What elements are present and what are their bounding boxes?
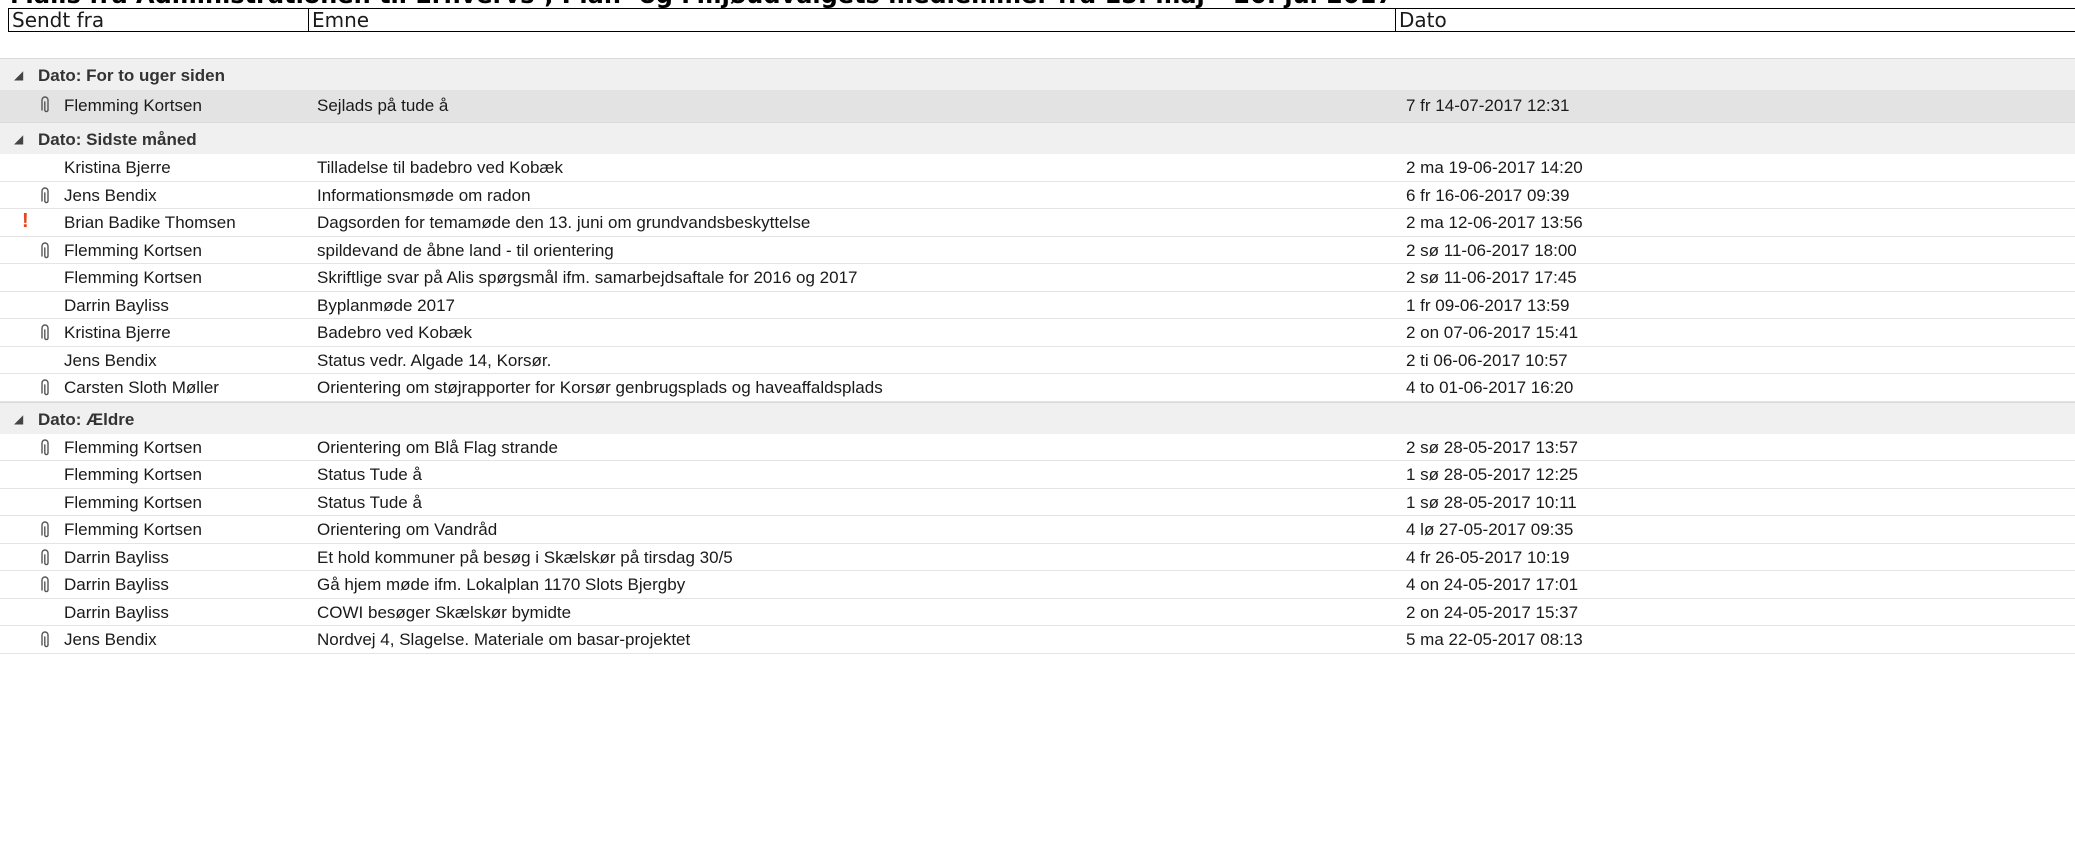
mail-subject: Byplanmøde 2017 <box>317 295 455 315</box>
mail-row[interactable]: Flemming Kortsen spildevand de åbne land … <box>0 237 2075 264</box>
mail-sender: Jens Bendix <box>64 630 157 649</box>
mail-sender: Flemming Kortsen <box>64 268 202 287</box>
mail-date: 4 on 24-05-2017 17:01 <box>1406 575 1579 594</box>
mail-sender: Flemming Kortsen <box>64 96 202 115</box>
mail-date: 2 sø 28-05-2017 13:57 <box>1406 437 1579 457</box>
column-header-row: Sendt fra Emne Dato <box>8 8 2075 32</box>
mail-subject: COWI besøger Skælskør bymidte <box>317 602 572 622</box>
column-header-subject[interactable]: Emne <box>309 9 1396 31</box>
mail-list: ◢ Dato: For to uger siden Flemming Kortsen… <box>0 58 2075 654</box>
mail-sender: Jens Bendix <box>64 350 157 370</box>
mail-sender: Jens Bendix <box>64 185 157 205</box>
mail-date: 2 sø 11-06-2017 17:45 <box>1406 268 1577 287</box>
mail-row[interactable]: ! Brian Badike Thomsen Dagsorden for temam… <box>0 209 2075 237</box>
group-header[interactable]: ◢ Dato: Ældre <box>0 401 2075 434</box>
mail-sender: Darrin Bayliss <box>64 602 169 622</box>
group-header[interactable]: ◢ Dato: Sidste måned <box>0 122 2075 154</box>
mail-date: 5 ma 22-05-2017 08:13 <box>1406 630 1583 649</box>
group-label: Dato: Ældre <box>38 409 135 429</box>
mail-row[interactable]: Kristina Bjerre Badebro ved Kobæk 2 on 07-… <box>0 319 2075 347</box>
paperclip-icon <box>38 520 52 540</box>
mail-sender: Flemming Kortsen <box>64 240 202 260</box>
paperclip-icon <box>38 630 52 650</box>
mail-date: 2 on 07-06-2017 15:41 <box>1406 323 1579 342</box>
page-title: Mails fra Administrationen til Erhvervs-… <box>10 0 1393 8</box>
mail-subject: Status vedr. Algade 14, Korsør. <box>317 350 552 370</box>
mail-date: 4 lø 27-05-2017 09:35 <box>1406 520 1574 539</box>
mail-date: 2 sø 11-06-2017 18:00 <box>1406 240 1577 260</box>
mail-subject: Gå hjem møde ifm. Lokalplan 1170 Slots B… <box>317 575 686 594</box>
mail-date: 2 on 24-05-2017 15:37 <box>1406 602 1579 622</box>
mail-row[interactable]: Flemming Kortsen Skriftlige svar på Alis … <box>0 264 2075 292</box>
triangle-expanded-icon[interactable]: ◢ <box>14 68 23 82</box>
mail-row[interactable]: Darrin Bayliss COWI besøger Skælskør bymi… <box>0 599 2075 626</box>
mail-subject: Tilladelse til badebro ved Kobæk <box>317 158 564 177</box>
mail-subject: Status Tude å <box>317 465 422 484</box>
mail-sender: Flemming Kortsen <box>64 465 202 484</box>
mail-row[interactable]: Flemming Kortsen Status Tude å 1 sø 28-05-… <box>0 489 2075 516</box>
mail-row[interactable]: Flemming Kortsen Status Tude å 1 sø 28-05-… <box>0 461 2075 489</box>
mail-sender: Carsten Sloth Møller <box>64 378 219 397</box>
mail-date: 2 ma 19-06-2017 14:20 <box>1406 158 1583 177</box>
mail-row[interactable]: Jens Bendix Nordvej 4, Slagelse. Material… <box>0 626 2075 654</box>
mail-date: 2 ti 06-06-2017 10:57 <box>1406 350 1568 370</box>
mail-subject: Sejlads på tude å <box>317 96 449 115</box>
mail-subject: Orientering om Vandråd <box>317 520 498 539</box>
mail-sender: Kristina Bjerre <box>64 158 171 177</box>
mail-subject: Et hold kommuner på besøg i Skælskør på … <box>317 547 733 567</box>
group-label: Dato: Sidste måned <box>38 130 197 149</box>
paperclip-icon <box>38 548 52 568</box>
paperclip-icon <box>38 323 52 343</box>
mail-subject: Status Tude å <box>317 492 422 512</box>
mail-date: 7 fr 14-07-2017 12:31 <box>1406 96 1570 115</box>
mail-date: 6 fr 16-06-2017 09:39 <box>1406 185 1570 205</box>
mail-row[interactable]: Flemming Kortsen Orientering om Vandråd 4 … <box>0 516 2075 544</box>
mail-subject: Orientering om støjrapporter for Korsør … <box>317 378 883 397</box>
mail-date: 2 ma 12-06-2017 13:56 <box>1406 213 1583 232</box>
mail-sender: Darrin Bayliss <box>64 547 169 567</box>
mail-sender: Flemming Kortsen <box>64 492 202 512</box>
mail-row[interactable]: Jens Bendix Status vedr. Algade 14, Korsø… <box>0 347 2075 374</box>
mail-subject: Badebro ved Kobæk <box>317 323 472 342</box>
group-label: Dato: For to uger siden <box>38 66 225 85</box>
mail-date: 4 to 01-06-2017 16:20 <box>1406 378 1574 397</box>
mail-date: 4 fr 26-05-2017 10:19 <box>1406 547 1570 567</box>
mail-subject: Dagsorden for temamøde den 13. juni om g… <box>317 213 811 232</box>
mail-row[interactable]: Flemming Kortsen Orientering om Blå Flag … <box>0 434 2075 461</box>
mail-row[interactable]: Flemming Kortsen Sejlads på tude å 7 fr 14… <box>0 90 2075 122</box>
mail-subject: Nordvej 4, Slagelse. Materiale om basar-… <box>317 630 691 649</box>
triangle-expanded-icon[interactable]: ◢ <box>14 412 23 426</box>
mail-date: 1 fr 09-06-2017 13:59 <box>1406 295 1570 315</box>
paperclip-icon <box>38 575 52 595</box>
mail-sender: Flemming Kortsen <box>64 437 202 457</box>
mail-sender: Darrin Bayliss <box>64 295 169 315</box>
mail-row[interactable]: Kristina Bjerre Tilladelse til badebro ve… <box>0 154 2075 182</box>
paperclip-icon <box>38 378 52 398</box>
mail-row[interactable]: Darrin Bayliss Gå hjem møde ifm. Lokalpla… <box>0 571 2075 599</box>
paperclip-icon <box>38 241 52 261</box>
paperclip-icon <box>38 186 52 206</box>
group-header[interactable]: ◢ Dato: For to uger siden <box>0 58 2075 90</box>
triangle-expanded-icon[interactable]: ◢ <box>14 132 23 146</box>
mail-sender: Kristina Bjerre <box>64 323 171 342</box>
mail-sender: Flemming Kortsen <box>64 520 202 539</box>
mail-row[interactable]: Carsten Sloth Møller Orientering om støjr… <box>0 374 2075 402</box>
paperclip-icon <box>38 438 52 458</box>
paperclip-icon <box>38 95 52 115</box>
mail-date: 1 sø 28-05-2017 12:25 <box>1406 465 1579 484</box>
column-header-date[interactable]: Dato <box>1396 9 2075 31</box>
mail-subject: Orientering om Blå Flag strande <box>317 437 558 457</box>
mail-date: 1 sø 28-05-2017 10:11 <box>1406 492 1577 512</box>
mail-sender: Darrin Bayliss <box>64 575 169 594</box>
mail-sender: Brian Badike Thomsen <box>64 213 236 232</box>
mail-subject: Skriftlige svar på Alis spørgsmål ifm. s… <box>317 268 858 287</box>
exclamation-icon: ! <box>22 210 29 232</box>
column-header-from[interactable]: Sendt fra <box>9 9 309 31</box>
mail-row[interactable]: Darrin Bayliss Byplanmøde 2017 1 fr 09-06-… <box>0 292 2075 319</box>
mail-row[interactable]: Darrin Bayliss Et hold kommuner på besøg … <box>0 544 2075 571</box>
mail-subject: Informationsmøde om radon <box>317 185 531 205</box>
mail-row[interactable]: Jens Bendix Informationsmøde om radon 6 fr… <box>0 182 2075 209</box>
mail-subject: spildevand de åbne land - til orienterin… <box>317 240 614 260</box>
